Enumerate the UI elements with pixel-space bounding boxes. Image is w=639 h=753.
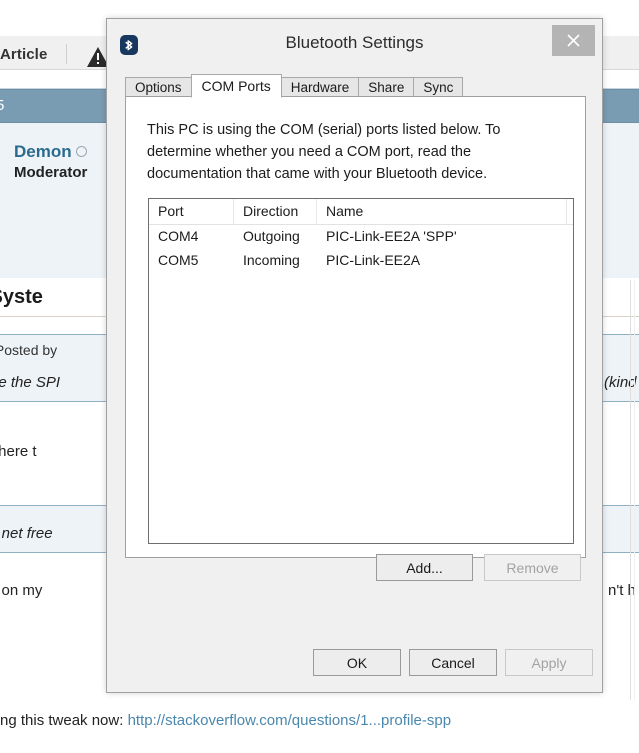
background-body-text: ow/where t [0, 443, 37, 460]
background-bottom-line: ng this tweak now: http://stackoverflow.… [0, 712, 451, 729]
apply-button: Apply [505, 649, 593, 676]
column-header-port[interactable]: Port [149, 199, 234, 224]
add-button[interactable]: Add... [376, 554, 473, 581]
cell-name: PIC-Link-EE2A [317, 249, 567, 273]
toolbar-divider [66, 44, 67, 64]
com-ports-description: This PC is using the COM (serial) ports … [147, 119, 537, 185]
tab-hardware[interactable]: Hardware [281, 77, 360, 97]
cell-direction: Incoming [234, 249, 317, 273]
background-article-label: Article [0, 46, 47, 63]
column-header-name[interactable]: Name [317, 199, 567, 224]
com-ports-list[interactable]: Port Direction Name COM4 Outgoing PIC-Li… [148, 198, 574, 544]
dialog-title: Bluetooth Settings [107, 33, 602, 53]
cancel-button[interactable]: Cancel [409, 649, 497, 676]
table-row[interactable]: COM4 Outgoing PIC-Link-EE2A 'SPP' [149, 225, 573, 249]
list-header-row: Port Direction Name [149, 199, 573, 225]
table-row[interactable]: COM5 Incoming PIC-Link-EE2A [149, 249, 573, 273]
background-user-name[interactable]: Demon [14, 142, 72, 162]
background-body-text-2-right: n't h [608, 582, 636, 599]
bluetooth-settings-dialog: Bluetooth Settings Options COM Ports Har… [106, 18, 603, 693]
tab-share[interactable]: Share [358, 77, 414, 97]
ok-button[interactable]: OK [313, 649, 401, 676]
close-icon[interactable] [552, 25, 595, 56]
background-quote-text: u use the SPI [0, 374, 60, 391]
tab-com-ports[interactable]: COM Ports [191, 74, 282, 98]
dialog-title-bar[interactable]: Bluetooth Settings [107, 19, 602, 71]
background-bottom-prefix: ng this tweak now: [0, 712, 128, 729]
background-scroll-gutter-2 [634, 280, 635, 700]
cell-port: COM4 [149, 225, 234, 249]
background-quote-text-2: er VB.net free [0, 525, 53, 542]
tab-sync[interactable]: Sync [413, 77, 463, 97]
tab-options[interactable]: Options [125, 77, 192, 97]
background-quote-text-right: (kind [604, 374, 637, 391]
column-header-direction[interactable]: Direction [234, 199, 317, 224]
cell-name: PIC-Link-EE2A 'SPP' [317, 225, 567, 249]
remove-button: Remove [484, 554, 581, 581]
background-body-text-2: 2002 on my [0, 582, 42, 599]
com-ports-tab-panel: This PC is using the COM (serial) ports … [125, 96, 586, 558]
background-bottom-link[interactable]: http://stackoverflow.com/questions/1...p… [128, 712, 452, 729]
cell-direction: Outgoing [234, 225, 317, 249]
background-quote-header: ally Posted by [0, 342, 57, 358]
background-scroll-gutter [630, 280, 631, 700]
tab-strip: Options COM Ports Hardware Share Sync [125, 75, 462, 97]
background-thread-heading: ntory Syste [0, 286, 43, 309]
background-user-role: Moderator [14, 164, 87, 181]
cell-port: COM5 [149, 249, 234, 273]
user-status-dot-icon [76, 146, 87, 157]
background-blue-bar-text: 5 [0, 97, 4, 114]
